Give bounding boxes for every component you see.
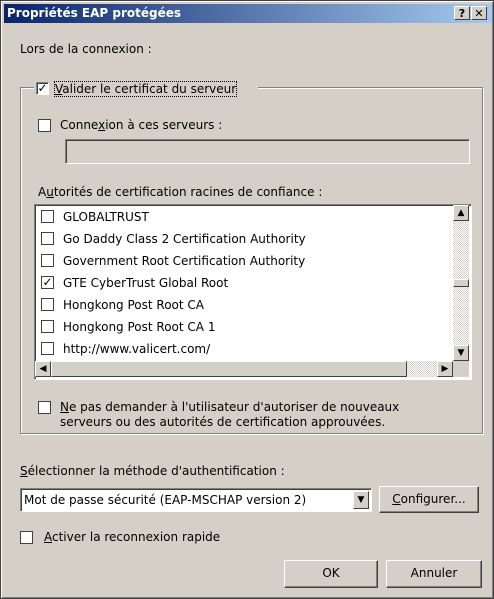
window-title: Propriétés EAP protégées [7,6,182,20]
fast-reconnect-label: Activer la reconnexion rapide [44,530,221,544]
list-item-label: Go Daddy Class 2 Certification Authority [63,232,306,246]
vertical-scroll-thumb[interactable] [453,279,469,287]
no-prompt-option[interactable]: Ne pas demander à l'utilisateur d'autori… [38,398,458,432]
list-item-label: http://www.valicert.com/ [63,342,211,356]
validate-certificate-checkbox[interactable]: ✓ [36,82,49,95]
cancel-button[interactable]: Annuler [386,560,482,588]
scroll-up-icon[interactable]: ▲ [453,205,469,221]
no-prompt-label-line2: serveurs ou des autorités de certificati… [60,415,386,429]
scrollbar-corner [453,361,469,377]
vertical-scrollbar[interactable]: ▲ ▼ [453,205,469,361]
ok-button[interactable]: OK [284,560,378,588]
configure-button[interactable]: Configurer... [379,486,479,513]
list-item-label: Hongkong Post Root CA [63,298,204,312]
title-bar[interactable]: Propriétés EAP protégées ? ✕ [4,4,492,23]
list-item-checkbox[interactable] [41,342,54,355]
chevron-down-icon[interactable]: ▼ [353,491,369,509]
validate-certificate-option[interactable]: ✓ Valider le certificat du serveur [34,81,258,97]
list-item-checkbox[interactable] [41,210,54,223]
validate-certificate-label: Valider le certificat du serveur [53,81,238,97]
list-item-checkbox[interactable] [41,298,54,311]
horizontal-scroll-thumb[interactable] [51,361,407,377]
list-item-checkbox[interactable]: ✓ [41,276,54,289]
no-prompt-label-line1: Ne pas demander à l'utilisateur d'autori… [60,400,400,414]
scroll-right-icon[interactable]: ▶ [437,361,453,377]
list-item-checkbox[interactable] [41,320,54,333]
fast-reconnect-option[interactable]: Activer la reconnexion rapide [20,528,260,546]
no-prompt-checkbox[interactable] [38,401,51,414]
checkmark-icon: ✓ [37,81,48,95]
list-item-label: Hongkong Post Root CA 1 [63,320,216,334]
auth-method-select[interactable]: Mot de passe sécurité (EAP-MSCHAP versio… [20,488,372,512]
checkmark-icon: ✓ [42,275,53,289]
trusted-roots-label: Autorités de certification racines de co… [38,185,323,199]
scroll-left-icon[interactable]: ◀ [35,361,51,377]
close-button[interactable]: ✕ [471,6,487,20]
connect-servers-label: Connexion à ces serveurs : [60,118,223,132]
scroll-down-icon[interactable]: ▼ [453,345,469,361]
list-item-label: Government Root Certification Authority [63,254,306,268]
connect-servers-option[interactable]: Connexion à ces serveurs : [38,116,298,134]
horizontal-scrollbar[interactable]: ◀ ▶ [35,361,453,377]
dialog-window: Propriétés EAP protégées ? ✕ Lors de la … [0,0,494,599]
list-item-label: GTE CyberTrust Global Root [63,276,229,290]
fast-reconnect-checkbox[interactable] [20,531,33,544]
list-item-checkbox[interactable] [41,232,54,245]
help-button[interactable]: ? [454,6,470,20]
list-item-label: GLOBALTRUST [63,210,149,224]
auth-method-selected: Mot de passe sécurité (EAP-MSCHAP versio… [24,493,307,507]
list-item-checkbox[interactable] [41,254,54,267]
servers-input[interactable] [65,139,470,164]
trusted-roots-listbox[interactable]: GLOBALTRUST Go Daddy Class 2 Certificati… [34,204,472,380]
connect-servers-checkbox[interactable] [38,119,51,132]
connection-label: Lors de la connexion : [20,42,152,56]
auth-method-label: Sélectionner la méthode d'authentificati… [20,464,285,478]
